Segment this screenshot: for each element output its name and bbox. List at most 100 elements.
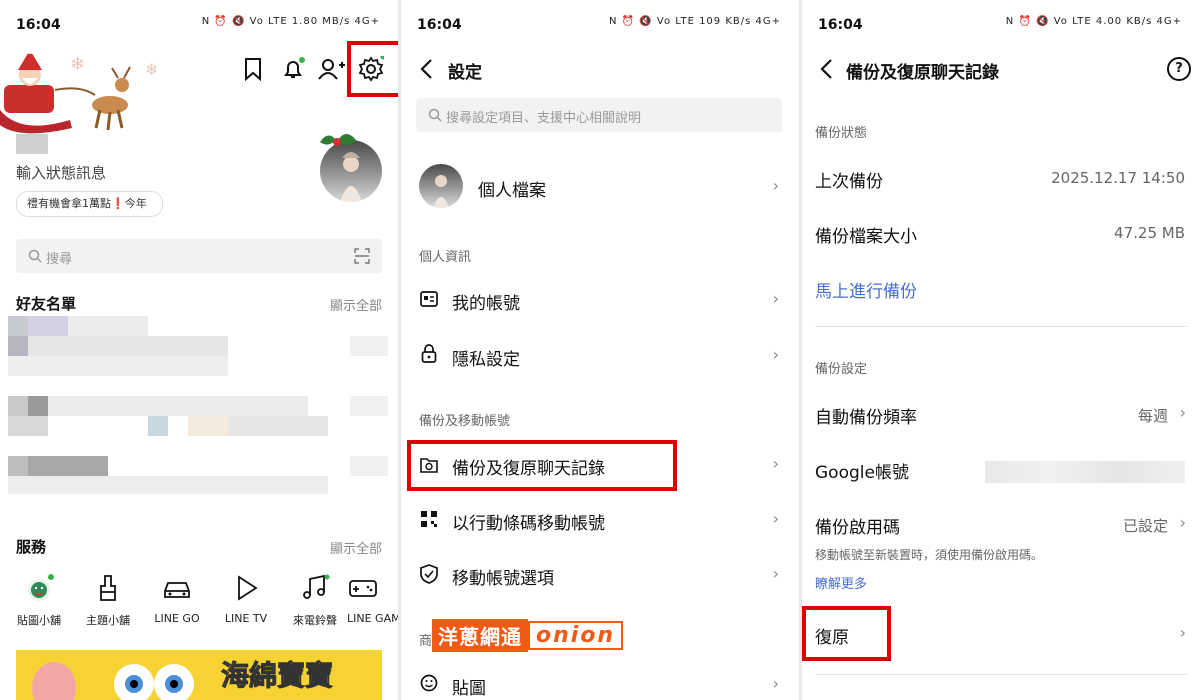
services-show-all[interactable]: 顯示全部 [330,538,382,557]
service-sticker-shop[interactable]: 貼圖小舖 [2,570,76,628]
backup-pin-hint: 移動帳號至新裝置時，須使用備份啟用碼。 [815,548,1044,562]
backup-pin-row[interactable]: 備份啟用碼 已設定 › [802,500,1200,546]
banner-title: 海綿寶寶 [220,659,334,693]
music-note-icon [303,574,330,599]
backup-pin-label: 備份啟用碼 [815,518,900,538]
bookmark-icon[interactable] [240,56,266,82]
avatar [419,164,463,208]
qr-move-label: 以行動條碼移動帳號 [452,514,605,534]
chevron-right-icon: › [772,176,779,195]
my-account-label: 我的帳號 [452,294,520,314]
spongebob-illustration [32,662,194,700]
move-options-row[interactable]: 移動帳號選項 › [401,552,799,598]
services-title: 服務 [16,538,47,556]
friend-avatar-blurred[interactable] [8,316,28,336]
divider [815,326,1187,327]
friend-avatar-blurred[interactable] [28,316,68,336]
search-icon [28,249,42,263]
divider [815,674,1187,675]
smiley-icon [420,674,438,692]
service-theme-shop[interactable]: 主題小舖 [71,570,145,628]
friend-avatar-blurred[interactable] [8,396,28,416]
restore-highlight-box [802,606,891,661]
play-icon [238,575,258,601]
chevron-right-icon: › [1179,403,1186,422]
my-account-row[interactable]: 我的帳號 › [401,277,799,323]
qr-code-icon [421,511,437,527]
friend-avatar-blurred[interactable] [28,396,48,416]
status-message[interactable]: 輸入狀態訊息 [16,162,106,183]
help-icon[interactable]: ? [1167,57,1191,81]
friend-name-blurred [8,476,328,494]
friend-name-blurred [8,356,228,376]
stickers-label: 貼圖 [452,679,486,699]
friend-avatar-blurred[interactable] [28,456,108,476]
gamepad-icon [349,580,377,597]
status-bar: 16:04 N ⏰ 🔇 Vo LTE 4.00 KB/s 4G+ [802,0,1200,48]
bell-icon[interactable] [280,56,306,82]
section-shop: 商 [419,634,433,649]
move-options-label: 移動帳號選項 [452,569,554,589]
privacy-row[interactable]: 隱私設定 › [401,333,799,379]
gear-icon[interactable] [357,55,385,83]
chevron-right-icon: › [1179,513,1186,532]
chevron-right-icon: › [1179,623,1186,642]
google-account-blurred [985,461,1185,483]
chevron-right-icon: › [772,564,779,583]
friends-show-all[interactable]: 顯示全部 [330,295,382,314]
section-backup-settings: 備份設定 [815,362,868,377]
profile-label: 個人檔案 [478,181,546,201]
last-backup-value: 2025.12.17 14:50 [1051,169,1185,187]
google-account-row[interactable]: Google帳號 [802,445,1200,491]
watermark-english: onion [528,620,624,650]
backup-screen: 16:04 N ⏰ 🔇 Vo LTE 4.00 KB/s 4G+ 備份及復原聊天… [802,0,1200,700]
svg-text:❄: ❄ [70,54,85,75]
promo-banner[interactable]: 海綿寶寶 [16,650,382,700]
friend-status-blurred [350,396,388,416]
profile-name-blurred [16,134,48,154]
svg-text:❄: ❄ [145,60,158,79]
settings-screen: 16:04 N ⏰ 🔇 Vo LTE 109 KB/s 4G+ 設定 搜尋設定項… [401,0,799,700]
auto-freq-label: 自動備份頻率 [815,408,917,428]
service-label: LINE TV [224,612,268,625]
service-ringtone[interactable]: 來電鈴聲 [278,570,352,628]
chevron-right-icon: › [772,509,779,528]
learn-more-link[interactable]: 瞭解更多 [815,573,867,592]
service-line-game[interactable]: LINE GAME [347,570,398,625]
page-title: 備份及復原聊天記錄 [846,63,999,83]
back-arrow-icon[interactable] [819,58,833,80]
section-personal-info: 個人資訊 [419,250,472,265]
brush-icon [100,575,116,601]
qr-scan-icon[interactable] [354,248,370,264]
home-screen: 16:04 N ⏰ 🔇 Vo LTE 1.80 MB/s 4G+ ❄ ❄ 輸入狀… [0,0,398,700]
status-bar: 16:04 N ⏰ 🔇 Vo LTE 109 KB/s 4G+ [401,0,799,48]
friends-title: 好友名單 [16,295,77,313]
profile-row[interactable]: 個人檔案 › [401,150,799,222]
auto-freq-value: 每週 [1137,407,1168,425]
friend-avatar-blurred[interactable] [8,416,48,436]
file-size-value: 47.25 MB [1114,224,1185,242]
friend-name-blurred [188,416,228,436]
privacy-label: 隱私設定 [452,350,520,370]
service-line-tv[interactable]: LINE TV [209,570,283,625]
backup-now-link[interactable]: 馬上進行備份 [815,277,917,302]
qr-move-row[interactable]: 以行動條碼移動帳號 › [401,497,799,543]
add-friend-icon[interactable] [318,56,346,82]
back-arrow-icon[interactable] [419,58,433,80]
auto-backup-row[interactable]: 自動備份頻率 每週 › [802,390,1200,436]
chevron-right-icon: › [772,674,779,693]
status-time: 16:04 [818,17,863,33]
id-card-icon [420,291,438,307]
onion-watermark: 洋蔥網通 onion [432,618,624,652]
service-label: LINE GAME [347,612,398,625]
settings-search-bar[interactable]: 搜尋設定項目、支援中心相關說明 [416,98,782,132]
friend-avatar-blurred[interactable] [8,336,28,356]
search-bar[interactable]: 搜尋 [16,239,382,273]
promo-chip[interactable]: 禮有機會拿1萬點❗今年 [16,191,163,217]
stickers-row[interactable]: 貼圖 › [401,662,799,700]
backup-highlight-box [407,440,677,491]
status-icons: N ⏰ 🔇 Vo LTE 109 KB/s 4G+ [608,16,781,27]
service-line-go[interactable]: LINE GO [140,570,214,625]
status-time: 16:04 [417,17,462,33]
friend-avatar-blurred[interactable] [8,456,28,476]
